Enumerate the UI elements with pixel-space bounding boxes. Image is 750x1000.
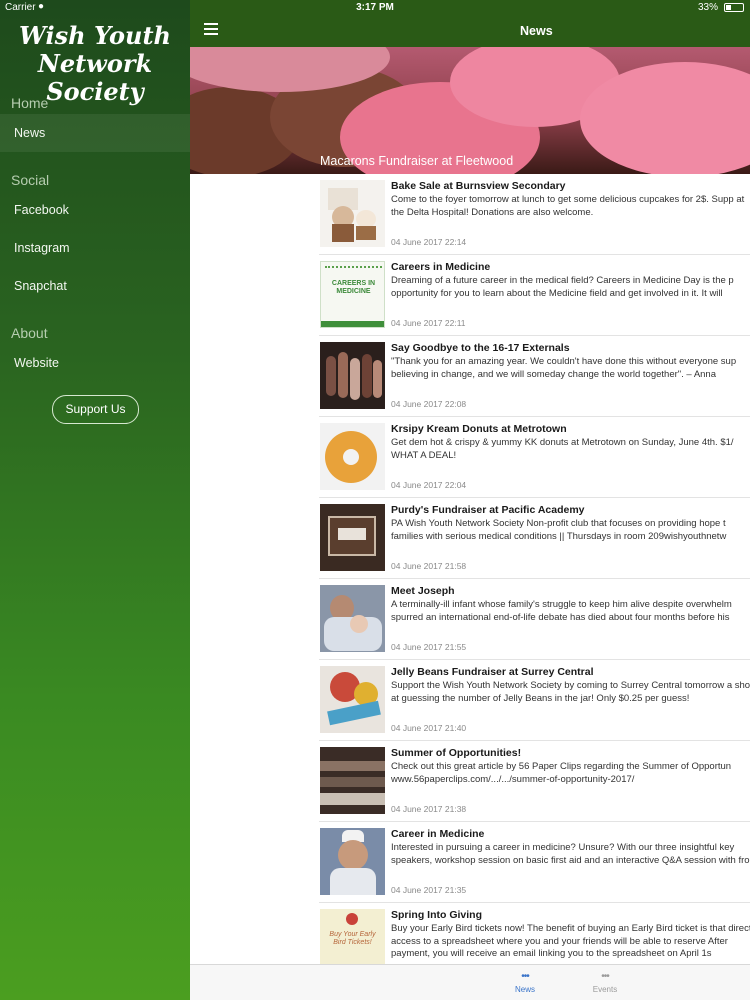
news-date: 04 June 2017 21:35 xyxy=(391,885,467,895)
news-thumbnail-group-photo xyxy=(320,342,385,409)
featured-news-caption: Macarons Fundraiser at Fleetwood xyxy=(320,154,514,168)
sidebar-item-facebook[interactable]: Facebook xyxy=(0,191,190,229)
news-date: 04 June 2017 22:04 xyxy=(391,480,467,490)
news-item[interactable]: Say Goodbye to the 16-17 Externals "Than… xyxy=(319,336,750,417)
news-item[interactable]: Meet Joseph A terminally-ill infant whos… xyxy=(319,579,750,660)
tab-news-label: News xyxy=(514,985,535,994)
news-summary: Buy your Early Bird tickets now! The ben… xyxy=(391,923,750,959)
battery-percent: 33% xyxy=(697,2,718,13)
battery-icon xyxy=(724,3,744,12)
news-thumbnail-auditorium xyxy=(320,747,385,814)
spring-poster-text: Buy Your Early Bird Tickets! xyxy=(329,931,376,946)
news-summary: Dreaming of a future career in the medic… xyxy=(391,275,735,301)
news-summary: A terminally-ill infant whose family's s… xyxy=(391,599,732,625)
tab-events-label: Events xyxy=(592,985,618,994)
news-title: Jelly Beans Fundraiser at Surrey Central xyxy=(391,666,594,678)
news-date: 04 June 2017 22:08 xyxy=(391,399,467,409)
events-tab-icon: ••• xyxy=(601,971,610,982)
clock: 3:17 PM xyxy=(356,2,394,13)
main-content: News Macarons Fundraiser at Fleetwood Ba… xyxy=(190,0,750,1000)
brand-logo: Wish Youth Network Society xyxy=(0,22,190,106)
featured-news-banner[interactable]: Macarons Fundraiser at Fleetwood xyxy=(190,47,750,174)
news-thumbnail-donut xyxy=(320,423,385,490)
news-title: Meet Joseph xyxy=(391,585,455,597)
news-item[interactable]: CAREERS IN MEDICINE Careers in Medicine … xyxy=(319,255,750,336)
sidebar-item-news[interactable]: News xyxy=(0,114,190,152)
section-title-home: Home xyxy=(11,95,49,111)
section-title-social: Social xyxy=(11,172,50,188)
news-date: 04 June 2017 22:14 xyxy=(391,237,467,247)
news-date: 04 June 2017 22:11 xyxy=(391,318,466,328)
news-item[interactable]: Purdy's Fundraiser at Pacific Academy PA… xyxy=(319,498,750,579)
news-summary: Come to the foyer tomorrow at lunch to g… xyxy=(391,194,745,218)
news-summary: Interested in pursuing a career in medic… xyxy=(391,842,750,868)
news-title: Purdy's Fundraiser at Pacific Academy xyxy=(391,504,585,516)
news-item[interactable]: Krsipy Kream Donuts at Metrotown Get dem… xyxy=(319,417,750,498)
news-thumbnail-doctor-kid xyxy=(320,828,385,895)
sidebar: Wish Youth Network Society Home News Soc… xyxy=(0,0,190,1000)
news-thumbnail-chocolate-box xyxy=(320,504,385,571)
news-title: Spring Into Giving xyxy=(391,909,482,921)
news-summary: PA Wish Youth Network Society Non-profit… xyxy=(391,518,727,542)
news-item[interactable]: Jelly Beans Fundraiser at Surrey Central… xyxy=(319,660,750,741)
news-date: 04 June 2017 21:55 xyxy=(391,642,467,652)
news-thumbnail-careers-poster: CAREERS IN MEDICINE xyxy=(320,261,385,328)
news-date: 04 June 2017 21:40 xyxy=(391,723,467,733)
news-summary: "Thank you for an amazing year. We could… xyxy=(391,356,737,380)
news-title: Summer of Opportunities! xyxy=(391,747,522,759)
news-thumbnail-jelly-beans xyxy=(320,666,385,733)
news-title: Career in Medicine xyxy=(391,828,485,840)
news-thumbnail-baby-photo xyxy=(320,585,385,652)
sidebar-item-snapchat[interactable]: Snapchat xyxy=(0,267,190,305)
sidebar-item-instagram[interactable]: Instagram xyxy=(0,229,190,267)
status-bar: Carrier ● 3:17 PM 33% xyxy=(0,0,750,16)
support-us-button[interactable]: Support Us xyxy=(52,395,139,424)
careers-poster-text: CAREERS IN MEDICINE xyxy=(331,280,376,295)
news-summary: Get dem hot & crispy & yummy KK donuts a… xyxy=(391,437,734,461)
news-thumbnail-cupcakes xyxy=(320,180,385,247)
news-title: Say Goodbye to the 16-17 Externals xyxy=(391,342,570,354)
news-date: 04 June 2017 21:58 xyxy=(391,561,467,571)
news-title: Bake Sale at Burnsview Secondary xyxy=(391,180,566,192)
hamburger-menu-icon[interactable] xyxy=(204,23,220,35)
brand-line-1: Wish Youth xyxy=(18,21,171,50)
news-item[interactable]: Career in Medicine Interested in pursuin… xyxy=(319,822,750,903)
news-summary: Support the Wish Youth Network Society b… xyxy=(391,680,750,704)
news-feed: Bake Sale at Burnsview Secondary Come to… xyxy=(190,174,750,984)
news-summary: Check out this great article by 56 Paper… xyxy=(391,761,732,785)
section-title-about: About xyxy=(11,325,48,341)
news-date: 04 June 2017 21:38 xyxy=(391,804,467,814)
news-tab-icon: ••• xyxy=(521,971,530,982)
page-title: News xyxy=(520,24,553,38)
news-item[interactable]: Bake Sale at Burnsview Secondary Come to… xyxy=(319,174,750,255)
tab-news[interactable]: ••• News xyxy=(500,969,550,994)
tab-bar: ••• News ••• Events xyxy=(190,964,750,1000)
news-item[interactable]: Summer of Opportunities! Check out this … xyxy=(319,741,750,822)
tab-events[interactable]: ••• Events xyxy=(580,969,630,994)
news-title: Krsipy Kream Donuts at Metrotown xyxy=(391,423,567,435)
sidebar-item-website[interactable]: Website xyxy=(0,344,190,382)
news-title: Careers in Medicine xyxy=(391,261,491,273)
